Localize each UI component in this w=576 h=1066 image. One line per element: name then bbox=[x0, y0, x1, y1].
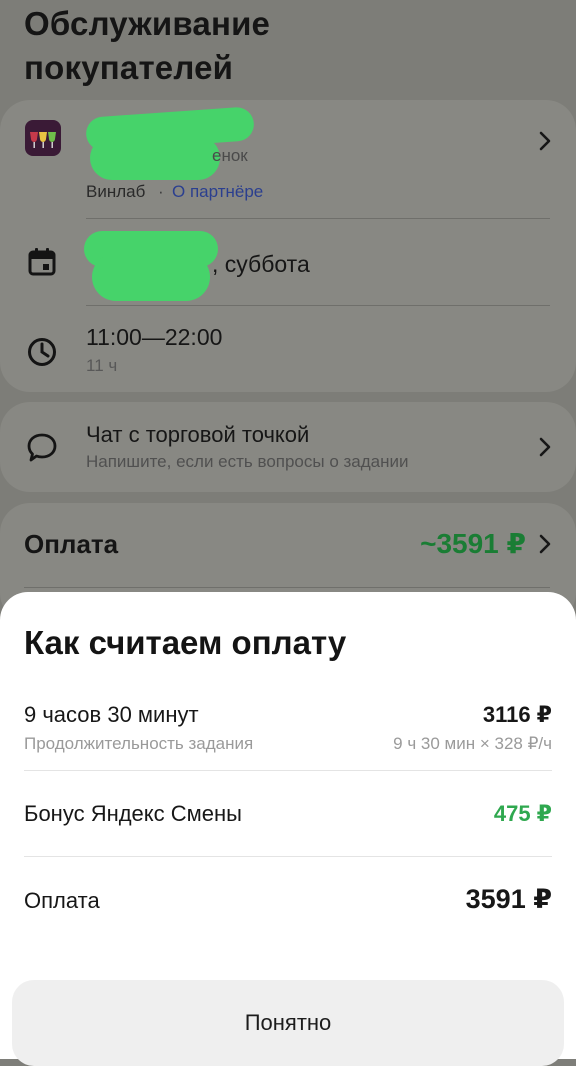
payment-breakdown-sheet: Как считаем оплату 9 часов 30 минут Прод… bbox=[0, 592, 576, 1066]
payment-label: Оплата bbox=[24, 529, 119, 559]
chat-bubble-icon bbox=[27, 433, 57, 462]
duration-row-title: 9 часов 30 минут bbox=[24, 702, 199, 727]
chat-card[interactable]: Чат с торговой точкой Напишите, если ест… bbox=[0, 402, 576, 492]
partner-row[interactable]: енок Винлаб · О партнёре bbox=[0, 100, 576, 218]
divider bbox=[24, 856, 552, 857]
page-title-line-1: Обслуживание bbox=[24, 5, 271, 42]
winelab-logo-icon bbox=[25, 120, 61, 156]
bonus-row-title: Бонус Яндекс Смены bbox=[24, 801, 242, 826]
duration-row-rate: 9 ч 30 мин × 328 ₽/ч bbox=[393, 734, 552, 753]
payment-amount: ~3591 ₽ bbox=[420, 528, 526, 559]
date-row: , суббота bbox=[0, 219, 576, 305]
duration-row-value: 3116 ₽ bbox=[482, 702, 552, 727]
divider bbox=[24, 587, 550, 588]
calendar-icon bbox=[28, 248, 56, 276]
total-row-value: 3591 ₽ bbox=[465, 884, 552, 914]
duration-row-subtitle: Продолжительность задания bbox=[24, 734, 254, 753]
divider bbox=[24, 770, 552, 771]
chat-subtitle: Напишите, если есть вопросы о задании bbox=[86, 452, 409, 471]
separator-dot: · bbox=[158, 182, 164, 201]
about-partner-link[interactable]: О партнёре bbox=[172, 182, 263, 202]
redacted-date-2 bbox=[92, 253, 210, 301]
chat-title: Чат с торговой точкой bbox=[86, 422, 310, 447]
partner-brand: Винлаб bbox=[86, 182, 146, 201]
chevron-right-icon bbox=[539, 131, 551, 151]
task-info-card: енок Винлаб · О партнёре , суббота 11:00… bbox=[0, 100, 576, 392]
time-row: 11:00—22:00 11 ч bbox=[0, 306, 576, 392]
page-title-line-2: покупателей bbox=[24, 49, 234, 86]
got-it-button[interactable]: Понятно bbox=[12, 980, 564, 1066]
bonus-row-value: 475 ₽ bbox=[493, 801, 552, 826]
date-weekday: , суббота bbox=[212, 251, 310, 277]
sheet-title: Как считаем оплату bbox=[24, 624, 347, 661]
chevron-right-icon bbox=[539, 534, 551, 554]
time-duration: 11 ч bbox=[86, 356, 118, 375]
redacted-partner-name-2 bbox=[90, 136, 220, 180]
total-row-title: Оплата bbox=[24, 888, 100, 913]
clock-icon bbox=[28, 338, 56, 366]
time-range: 11:00—22:00 bbox=[86, 324, 223, 350]
page-title: Обслуживание покупателей bbox=[24, 2, 270, 90]
chevron-right-icon bbox=[539, 437, 551, 457]
partner-name-partial: енок bbox=[212, 146, 248, 165]
